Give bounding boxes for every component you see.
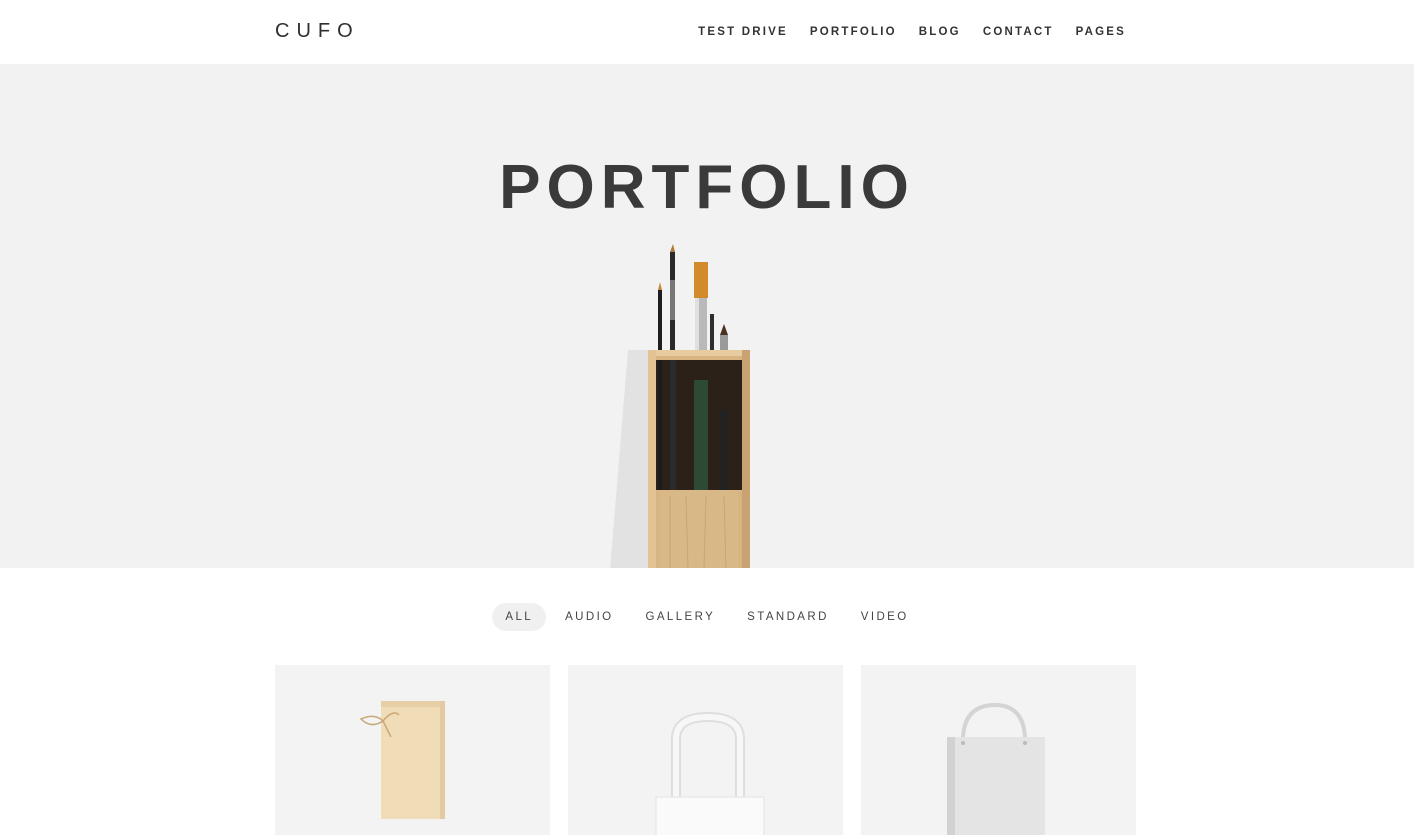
portfolio-item-paper-bag[interactable] — [861, 665, 1136, 835]
portfolio-grid — [275, 665, 1136, 835]
nav-item-portfolio[interactable]: PORTFOLIO — [810, 25, 897, 39]
site-header: CUFO TEST DRIVE PORTFOLIO BLOG CONTACT P… — [0, 0, 1414, 64]
site-logo[interactable]: CUFO — [275, 19, 360, 43]
main-nav: TEST DRIVE PORTFOLIO BLOG CONTACT PAGES — [676, 25, 1126, 39]
paper-bag-image — [947, 702, 1045, 835]
tote-bag-image — [655, 711, 765, 835]
nav-item-contact[interactable]: CONTACT — [983, 25, 1054, 39]
filter-all[interactable]: ALL — [492, 603, 547, 631]
filter-standard[interactable]: STANDARD — [734, 603, 842, 631]
pouch-image — [359, 701, 445, 819]
filter-audio[interactable]: AUDIO — [552, 603, 626, 631]
hero-image — [600, 240, 800, 568]
nav-item-pages[interactable]: PAGES — [1076, 25, 1126, 39]
hero-banner: PORTFOLIO — [0, 64, 1414, 568]
portfolio-item-pouch[interactable] — [275, 665, 550, 835]
filter-video[interactable]: VIDEO — [848, 603, 922, 631]
page-title: PORTFOLIO — [499, 153, 915, 222]
portfolio-item-tote[interactable] — [568, 665, 843, 835]
filter-gallery[interactable]: GALLERY — [633, 603, 729, 631]
nav-item-blog[interactable]: BLOG — [919, 25, 961, 39]
portfolio-filters: ALL AUDIO GALLERY STANDARD VIDEO — [0, 603, 1414, 631]
nav-item-test-drive[interactable]: TEST DRIVE — [698, 25, 788, 39]
